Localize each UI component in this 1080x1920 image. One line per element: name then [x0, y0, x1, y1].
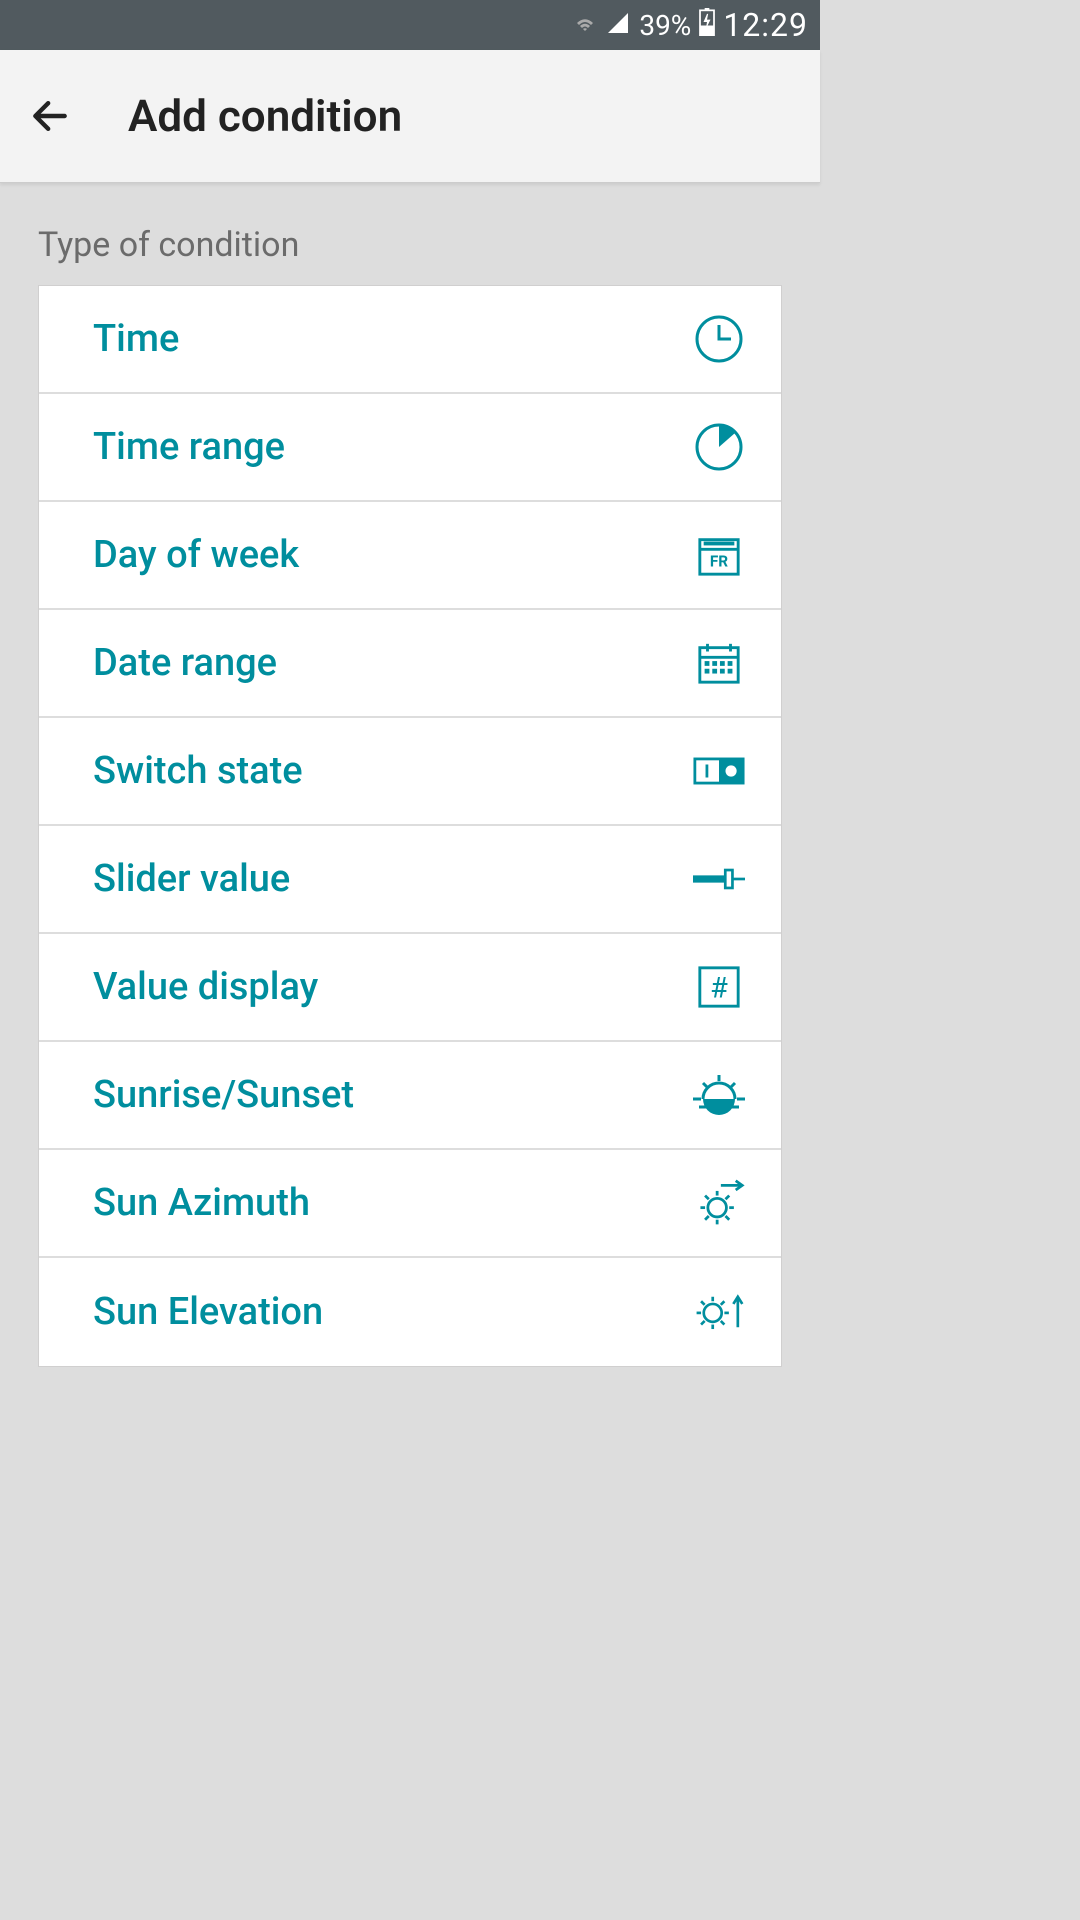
list-item-slider-value[interactable]: Slider value	[39, 826, 781, 934]
list-item-sun-elevation[interactable]: Sun Elevation	[39, 1258, 781, 1366]
svg-text:FR: FR	[710, 553, 728, 571]
svg-text:#: #	[710, 972, 728, 1006]
clock-partial-icon	[693, 421, 745, 473]
list-item-label: Sunrise/Sunset	[93, 1073, 354, 1117]
list-item-sunrise-sunset[interactable]: Sunrise/Sunset	[39, 1042, 781, 1150]
clock-icon	[693, 313, 745, 365]
calendar-day-icon: FR	[693, 529, 745, 581]
list-item-label: Value display	[93, 965, 318, 1009]
battery-percent: 39%	[639, 9, 691, 42]
list-item-date-range[interactable]: Date range	[39, 610, 781, 718]
list-item-time-range[interactable]: Time range	[39, 394, 781, 502]
hash-icon: #	[693, 961, 745, 1013]
list-item-time[interactable]: Time	[39, 286, 781, 394]
page-title: Add condition	[128, 90, 402, 142]
status-time: 12:29	[723, 6, 808, 44]
back-button[interactable]	[20, 86, 80, 146]
sun-elevation-icon	[693, 1286, 745, 1338]
calendar-grid-icon	[693, 637, 745, 689]
list-item-label: Sun Elevation	[93, 1290, 323, 1334]
list-item-label: Time	[93, 317, 179, 361]
list-item-day-of-week[interactable]: Day of week FR	[39, 502, 781, 610]
app-bar: Add condition	[0, 50, 820, 183]
slider-icon	[693, 853, 745, 905]
list-item-label: Slider value	[93, 857, 290, 901]
list-item-value-display[interactable]: Value display #	[39, 934, 781, 1042]
list-item-label: Time range	[93, 425, 285, 469]
wifi-icon	[573, 9, 597, 42]
sunrise-icon	[693, 1069, 745, 1121]
list-item-label: Day of week	[93, 533, 299, 577]
list-item-switch-state[interactable]: Switch state	[39, 718, 781, 826]
content-area: Type of condition Time Time range Day of…	[0, 183, 820, 1367]
list-item-label: Date range	[93, 641, 277, 685]
status-bar: 39% 12:29	[0, 0, 820, 50]
signal-icon	[605, 9, 631, 42]
sun-azimuth-icon	[693, 1177, 745, 1229]
list-item-label: Switch state	[93, 749, 303, 793]
section-label: Type of condition	[38, 183, 782, 285]
switch-icon	[693, 745, 745, 797]
list-item-label: Sun Azimuth	[93, 1181, 310, 1225]
arrow-left-icon	[28, 94, 72, 138]
list-item-sun-azimuth[interactable]: Sun Azimuth	[39, 1150, 781, 1258]
battery-icon	[699, 8, 715, 43]
condition-list: Time Time range Day of week FR Date rang…	[38, 285, 782, 1367]
